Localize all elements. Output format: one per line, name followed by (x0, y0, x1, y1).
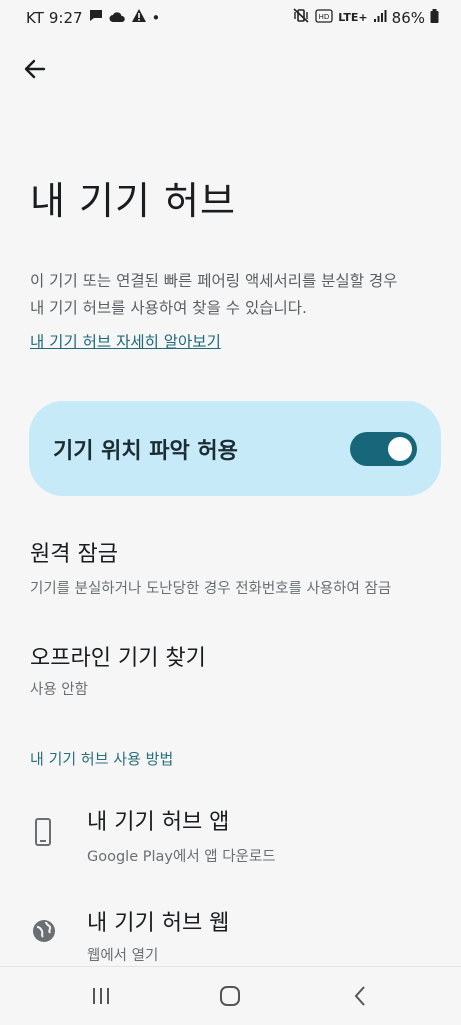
hd-icon: HD (315, 8, 333, 27)
offline-find-subtitle: 사용 안함 (30, 682, 88, 698)
find-hub-app-subtitle: Google Play에서 앱 다운로드 (87, 849, 276, 865)
toggle-knob (388, 437, 412, 461)
carrier-label: KT (26, 8, 44, 27)
find-hub-web-subtitle: 웹에서 열기 (87, 948, 159, 964)
description-line-1: 이 기기 또는 연결된 빠른 페어링 액세서리를 분실할 경우 (30, 272, 398, 290)
cloud-icon (109, 9, 126, 27)
allow-location-toggle[interactable] (350, 432, 417, 466)
offline-find-title: 오프라인 기기 찾기 (30, 646, 206, 671)
battery-percent: 86% (391, 8, 425, 27)
find-hub-web-title: 내 기기 허브 웹 (87, 911, 230, 936)
remote-lock-title: 원격 잠금 (30, 542, 118, 567)
back-nav-button[interactable] (347, 985, 373, 1007)
svg-text:HD: HD (319, 13, 330, 21)
network-label: LTE+ (338, 11, 368, 24)
recents-icon (93, 988, 109, 1004)
home-icon (220, 986, 240, 1006)
back-button[interactable] (20, 54, 50, 84)
notification-dot: • (151, 8, 161, 27)
signal-icon (373, 9, 387, 27)
globe-icon (31, 918, 55, 948)
section-header: 내 기기 허브 사용 방법 (30, 750, 174, 768)
phone-icon (31, 817, 55, 847)
description-line-2: 내 기기 허브를 사용하여 찾을 수 있습니다. (30, 299, 307, 317)
home-button[interactable] (217, 985, 243, 1007)
arrow-left-icon (24, 59, 46, 79)
learn-more-link[interactable]: 내 기기 허브 자세히 알아보기 (30, 330, 221, 352)
recents-button[interactable] (88, 985, 114, 1007)
navigation-bar (0, 966, 461, 1025)
chevron-left-icon (354, 986, 365, 1006)
allow-location-label: 기기 위치 파악 허용 (53, 439, 238, 464)
warning-icon (131, 8, 147, 27)
chat-icon (88, 8, 104, 27)
page-title: 내 기기 허브 (30, 179, 236, 223)
battery-icon (430, 8, 439, 27)
status-left: KT 9:27 • (26, 8, 160, 27)
allow-location-card[interactable]: 기기 위치 파악 허용 (29, 401, 441, 496)
clock: 9:27 (48, 8, 83, 27)
status-right: HD LTE+ 86% (292, 8, 439, 27)
description: 이 기기 또는 연결된 빠른 페어링 액세서리를 분실할 경우 내 기기 허브를… (30, 268, 440, 322)
vibrate-mute-icon (292, 8, 310, 27)
find-hub-app-title: 내 기기 허브 앱 (87, 810, 230, 835)
status-bar: KT 9:27 • HD LTE+ 86% (0, 0, 461, 34)
remote-lock-subtitle: 기기를 분실하거나 도난당한 경우 전화번호를 사용하여 잠금 (30, 581, 392, 597)
